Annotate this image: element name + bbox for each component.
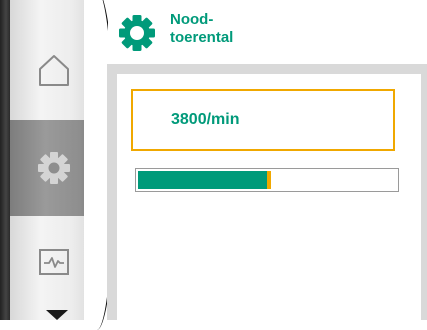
- content-frame: 3800/min: [107, 64, 427, 320]
- content-panel: 3800/min: [117, 74, 421, 320]
- header: Nood- toerental: [108, 0, 427, 64]
- page-title-line2: toerental: [170, 29, 234, 46]
- page-title-line1: Nood-: [170, 11, 214, 28]
- page-title: Nood- toerental: [170, 11, 233, 47]
- pulse-icon: [39, 249, 69, 275]
- progress-cursor: [267, 171, 271, 189]
- home-icon: [39, 55, 69, 86]
- progress-fill: [138, 171, 267, 189]
- chevron-down-icon: [46, 310, 68, 320]
- speed-value: 3800/min: [171, 111, 240, 128]
- speed-progress-bar: [135, 168, 399, 192]
- speed-value-field[interactable]: 3800/min: [131, 89, 395, 151]
- gear-icon: [38, 152, 70, 184]
- gear-icon: [119, 15, 155, 51]
- device-bezel: [0, 0, 10, 320]
